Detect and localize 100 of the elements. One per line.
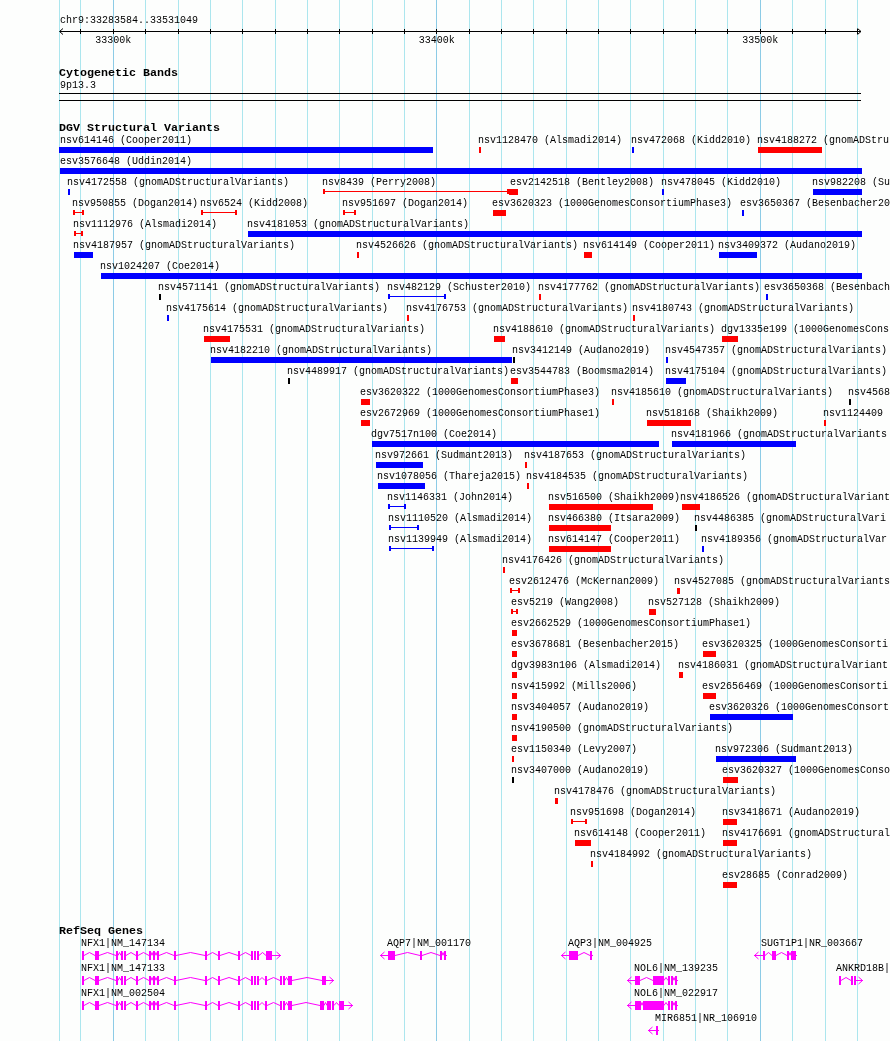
variant-label: nsv1139949 (Alsmadi2014) — [388, 534, 533, 545]
variant-label: nsv4526626 (gnomADStructuralVariants) — [356, 240, 579, 251]
variant-label: nsv6524 (Kidd2008) — [200, 198, 309, 209]
variant-label: dgv3983n106 (Alsmadi2014) — [511, 660, 662, 671]
variant-label: nsv466380 (Itsara2009) — [548, 513, 681, 524]
variant-label: nsv4175531 (gnomADStructuralVariants) — [203, 324, 426, 335]
variant-label: nsv415992 (Mills2006) — [511, 681, 638, 692]
variant-label: nsv482129 (Schuster2010) — [387, 282, 532, 293]
variant-label: esv2662529 (1000GenomesConsortiumPhase1) — [511, 618, 752, 629]
variant-label: nsv614149 (Cooper2011) — [583, 240, 716, 251]
variant-label: esv3620325 (1000GenomesConsorti — [702, 639, 889, 650]
variant-label: nsv1124409 — [823, 408, 883, 419]
track-title: Cytogenetic Bands — [59, 67, 178, 80]
track-title: DGV Structural Variants — [59, 122, 220, 135]
variant-label: nsv4172558 (gnomADStructuralVariants) — [67, 177, 290, 188]
variant-label: nsv951698 (Dogan2014) — [570, 807, 697, 818]
variant-label: esv2142518 (Bentley2008) — [510, 177, 655, 188]
variant-label: nsv4186526 (gnomADStructuralVariant — [680, 492, 890, 503]
variant-label: nsv972661 (Sudmant2013) — [375, 450, 514, 461]
variant-label: dgv7517n100 (Coe2014) — [371, 429, 498, 440]
variant-label: esv5219 (Wang2008) — [511, 597, 620, 608]
variant-label: nsv4181966 (gnomADStructuralVariants — [671, 429, 888, 440]
variant-label: nsv8439 (Perry2008) — [322, 177, 437, 188]
variant-label: esv3576648 (Uddin2014) — [60, 156, 193, 167]
variant-label: nsv4187957 (gnomADStructuralVariants) — [73, 240, 296, 251]
variant-label: esv28685 (Conrad2009) — [722, 870, 849, 881]
variant-label: nsv982208 (Su — [812, 177, 890, 188]
variant-label: esv2672969 (1000GenomesConsortiumPhase1) — [360, 408, 601, 419]
variant-label: nsv472068 (Kidd2010) — [631, 135, 752, 146]
track-title: RefSeq Genes — [59, 925, 143, 938]
gene-label: AQP7|NM_001170 — [387, 938, 471, 949]
variant-label: nsv4177762 (gnomADStructuralVariants) — [538, 282, 761, 293]
variant-label: nsv4527085 (gnomADStructuralVariants — [674, 576, 890, 587]
variant-label: nsv4547357 (gnomADStructuralVariants) — [665, 345, 888, 356]
variant-label: nsv4184992 (gnomADStructuralVariants) — [590, 849, 813, 860]
variant-label: nsv1024207 (Coe2014) — [100, 261, 221, 272]
variant-label: nsv527128 (Shaikh2009) — [648, 597, 781, 608]
gene-label: MIR6851|NR_106910 — [655, 1013, 758, 1024]
gene-label: AQP3|NM_004925 — [568, 938, 652, 949]
variant-label: nsv4190500 (gnomADStructuralVariants) — [511, 723, 734, 734]
variant-label: esv3620323 (1000GenomesConsortiumPhase3) — [492, 198, 733, 209]
variant-label: nsv4571141 (gnomADStructuralVariants) — [158, 282, 381, 293]
variant-label: nsv3409372 (Audano2019) — [718, 240, 857, 251]
gene-label: NOL6|NM_139235 — [634, 963, 718, 974]
variant-label: nsv518168 (Shaikh2009) — [646, 408, 779, 419]
gene-label: SUGT1P1|NR_003667 — [761, 938, 864, 949]
variant-label: nsv1078056 (Thareja2015) — [377, 471, 522, 482]
variant-label: nsv972306 (Sudmant2013) — [715, 744, 854, 755]
variant-label: esv2656469 (1000GenomesConsorti — [702, 681, 889, 692]
variant-label: nsv4181053 (gnomADStructuralVariants) — [247, 219, 470, 230]
variant-label: nsv3407000 (Audano2019) — [511, 765, 650, 776]
variant-label: nsv4178476 (gnomADStructuralVariants) — [554, 786, 777, 797]
variant-label: nsv4176426 (gnomADStructuralVariants) — [502, 555, 725, 566]
tick-label: 33400k — [418, 35, 455, 46]
gene-label: NFX1|NM_147134 — [81, 938, 165, 949]
tick-label: 33300k — [95, 35, 132, 46]
gene-label: NOL6|NM_022917 — [634, 988, 718, 999]
variant-label: nsv3404057 (Audano2019) — [511, 702, 650, 713]
variant-label: nsv4186031 (gnomADStructuralVariant — [678, 660, 889, 671]
variant-label: nsv4185610 (gnomADStructuralVariants) — [611, 387, 834, 398]
variant-label: nsv4176753 (gnomADStructuralVariants) — [406, 303, 629, 314]
variant-label: nsv4175104 (gnomADStructuralVariants) — [665, 366, 888, 377]
variant-label: nsv3418671 (Audano2019) — [722, 807, 861, 818]
variant-label: nsv950855 (Dogan2014) — [72, 198, 199, 209]
variant-label: nsv1128470 (Alsmadi2014) — [478, 135, 623, 146]
variant-label: esv1150340 (Levy2007) — [511, 744, 638, 755]
gene-label: NFX1|NM_147133 — [81, 963, 165, 974]
variant-label: esv3650367 (Besenbacher20 — [740, 198, 890, 209]
variant-label: esv3650368 (Besenbach — [764, 282, 890, 293]
variant-label: nsv4486385 (gnomADStructuralVari — [694, 513, 887, 524]
variant-label: nsv1112976 (Alsmadi2014) — [73, 219, 218, 230]
variant-label: nsv516500 (Shaikh2009) — [548, 492, 681, 503]
variant-label: nsv4188610 (gnomADStructuralVariants) — [493, 324, 716, 335]
variant-label: esv3544783 (Boomsma2014) — [510, 366, 655, 377]
variant-label: nsv4189356 (gnomADStructuralVar — [701, 534, 888, 545]
variant-label: nsv614147 (Cooper2011) — [548, 534, 681, 545]
variant-label: nsv614148 (Cooper2011) — [574, 828, 707, 839]
variant-label: esv2612476 (McKernan2009) — [509, 576, 660, 587]
variant-label: nsv4182210 (gnomADStructuralVariants) — [210, 345, 433, 356]
variant-label: nsv1146331 (John2014) — [387, 492, 514, 503]
variant-label: nsv4568 — [848, 387, 890, 398]
tick-label: 33500k — [742, 35, 779, 46]
variant-label: esv3620322 (1000GenomesConsortiumPhase3) — [360, 387, 601, 398]
variant-label: esv3620326 (1000GenomesConsort — [709, 702, 890, 713]
variant-label: nsv951697 (Dogan2014) — [342, 198, 469, 209]
variant-label: nsv1110520 (Alsmadi2014) — [388, 513, 533, 524]
variant-label: nsv4175614 (gnomADStructuralVariants) — [166, 303, 389, 314]
gene-label: NFX1|NM_002504 — [81, 988, 165, 999]
variant-label: nsv4184535 (gnomADStructuralVariants) — [526, 471, 749, 482]
variant-label: nsv478045 (Kidd2010) — [661, 177, 782, 188]
band-label: 9p13.3 — [60, 80, 96, 91]
variant-label: nsv4176691 (gnomADStructural — [722, 828, 890, 839]
variant-label: esv3678681 (Besenbacher2015) — [511, 639, 680, 650]
variant-label: nsv3412149 (Audano2019) — [512, 345, 651, 356]
gene-label: ANKRD18B| — [836, 963, 890, 974]
variant-label: esv3620327 (1000GenomesConso — [722, 765, 890, 776]
variant-label: dgv1335e199 (1000GenomesCons — [721, 324, 890, 335]
location-label: chr9:33283584..33531049 — [60, 15, 199, 27]
variant-label: nsv4188272 (gnomADStru — [757, 135, 890, 146]
variant-label: nsv4489917 (gnomADStructuralVariants) — [287, 366, 510, 377]
